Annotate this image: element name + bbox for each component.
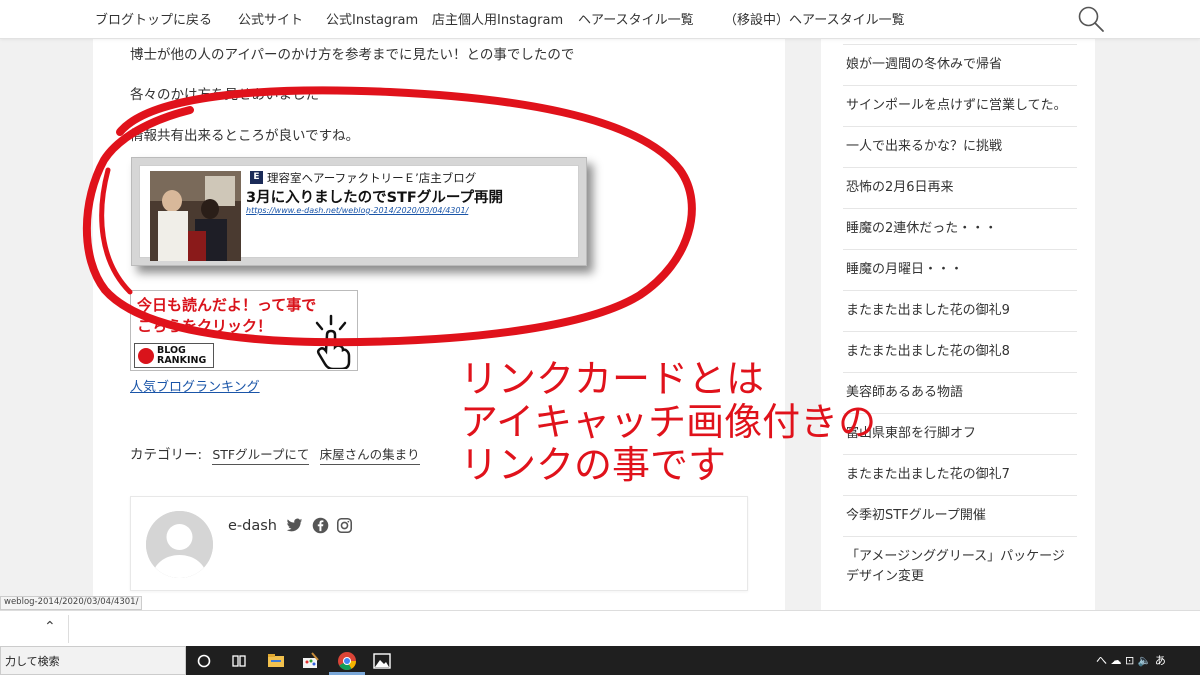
link-card-url[interactable]: https://www.e-dash.net/weblog-2014/2020/… — [246, 206, 468, 215]
annotation-line: アイキャッチ画像付きの — [460, 400, 877, 444]
system-tray[interactable]: へ ☁ ⊡ 🔈 あ — [1096, 652, 1166, 668]
category-link-stf-group[interactable]: STFグループにて — [212, 447, 310, 465]
task-view-icon[interactable] — [228, 650, 250, 672]
search-icon[interactable] — [1076, 4, 1106, 34]
sidebar-post-link[interactable]: またまた出ました花の御礼7 — [843, 454, 1077, 495]
sidebar-post-link[interactable]: 美容師あるある物語 — [843, 372, 1077, 413]
annotation-text: リンクカードとは アイキャッチ画像付きの リンクの事です — [460, 358, 876, 487]
sidebar-post-link[interactable]: サインポールを点けずに営業してた。 — [843, 85, 1077, 126]
nav-hairstyle-list[interactable]: ヘアースタイル一覧 — [578, 9, 694, 28]
ranking-logo-icon — [138, 348, 154, 364]
sidebar-post-link[interactable]: 恐怖の2月6日再来 — [843, 167, 1077, 208]
banner-text: 今日も読んだよ！って事で — [137, 296, 317, 314]
taskbar: 力して検索 へ ☁ ⊡ 🔈 あ — [0, 646, 1200, 675]
file-explorer-icon[interactable] — [265, 650, 287, 672]
category-label: カテゴリー: — [130, 447, 203, 463]
sidebar-post-link[interactable]: 睡魔の月曜日・・・ — [843, 249, 1077, 290]
instagram-icon[interactable] — [336, 517, 353, 534]
annotation-line: リンクカードとは — [460, 357, 765, 401]
sidebar-post-link[interactable]: 睡魔の2連休だった・・・ — [843, 208, 1077, 249]
chevron-up-icon[interactable]: ⌃ — [44, 619, 56, 635]
divider — [68, 615, 69, 643]
sidebar-post-link[interactable]: 一人で出来るかな？に挑戦 — [843, 126, 1077, 167]
top-navigation: ブログトップに戻る 公式サイト 公式Instagram 店主個人用Instagr… — [0, 0, 1200, 39]
blog-ranking-link[interactable]: 人気ブログランキング — [130, 376, 260, 395]
category-link-barber-meetup[interactable]: 床屋さんの集まり — [319, 447, 420, 465]
nav-hairstyle-list-moving[interactable]: （移設中）ヘアースタイル一覧 — [724, 9, 905, 28]
nav-official-instagram[interactable]: 公式Instagram — [326, 9, 418, 28]
banner-text: こちらをクリック！ — [137, 317, 273, 335]
avatar — [146, 511, 213, 578]
nav-owner-instagram[interactable]: 店主個人用Instagram — [432, 9, 563, 28]
facebook-icon[interactable] — [312, 517, 329, 534]
twitter-icon[interactable] — [286, 517, 303, 534]
cortana-icon[interactable] — [193, 650, 215, 672]
sidebar-post-link[interactable]: またまた出ました花の御礼9 — [843, 290, 1077, 331]
sidebar-post-link[interactable]: 今季初STFグループ開催 — [843, 495, 1077, 536]
taskbar-search-box[interactable]: 力して検索 — [0, 646, 186, 675]
site-icon: E — [250, 171, 263, 184]
link-card-title[interactable]: 3月に入りましたのでSTFグループ再開 — [246, 186, 503, 207]
recent-posts-list: 娘が一週間の冬休みで帰省 サインポールを点けずに営業してた。 一人で出来るかな？… — [843, 44, 1077, 597]
pointing-hand-icon — [315, 314, 351, 369]
link-card-site-name: 理容室ヘアーファクトリーＥ’店主ブログ — [267, 171, 477, 185]
blog-ranking-banner[interactable]: 今日も読んだよ！って事で こちらをクリック！ BLOG RANKING — [130, 290, 358, 371]
category-list: カテゴリー: STFグループにて 床屋さんの集まり — [130, 443, 420, 465]
link-card[interactable]: E 理容室ヘアーファクトリーＥ’店主ブログ 3月に入りましたのでSTFグループ再… — [131, 157, 587, 266]
sidebar-post-link[interactable]: 富山県東部を行脚オフ — [843, 413, 1077, 454]
sidebar-post-link[interactable]: 娘が一週間の冬休みで帰省 — [843, 44, 1077, 85]
article-paragraph: 各々のかけ方を見せあいました — [130, 87, 319, 103]
sidebar: 娘が一週間の冬休みで帰省 サインポールを点けずに営業してた。 一人で出来るかな？… — [821, 39, 1095, 610]
article-main: 博士が他の人のアイパーのかけ方を参考までに見たい！との事でしたので 各々のかけ方… — [93, 39, 785, 610]
annotation-line: リンクの事です — [460, 443, 727, 487]
photos-icon[interactable] — [371, 650, 393, 672]
nav-blog-top[interactable]: ブログトップに戻る — [95, 9, 212, 28]
status-bar-url: weblog-2014/2020/03/04/4301/ — [0, 596, 143, 610]
chrome-icon[interactable] — [336, 650, 358, 672]
paint-icon[interactable] — [300, 650, 322, 672]
download-shelf: ⌃ — [0, 610, 1200, 646]
article-paragraph: 博士が他の人のアイパーのかけ方を参考までに見たい！との事でしたので — [130, 47, 575, 63]
blog-ranking-logo: BLOG RANKING — [134, 343, 214, 368]
author-box: e-dash — [130, 496, 748, 591]
link-card-thumbnail — [150, 171, 241, 261]
sidebar-post-link[interactable]: 「アメージンググリース」パッケージデザイン変更 — [843, 536, 1077, 597]
taskbar-search-text: 力して検索 — [5, 655, 60, 668]
sidebar-post-link[interactable]: またまた出ました花の御礼8 — [843, 331, 1077, 372]
nav-official-site[interactable]: 公式サイト — [238, 9, 303, 28]
article-paragraph: 情報共有出来るところが良いですね。 — [130, 128, 360, 144]
logo-text: RANKING — [157, 355, 207, 366]
author-name[interactable]: e-dash — [228, 518, 277, 534]
